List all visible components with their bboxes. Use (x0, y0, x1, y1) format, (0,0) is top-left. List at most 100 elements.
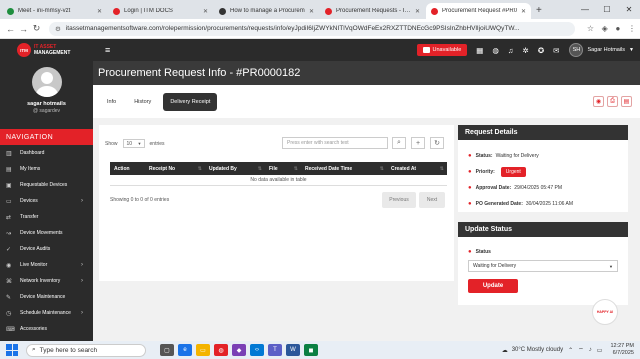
forward-icon[interactable]: → (17, 24, 30, 34)
bell-icon[interactable]: ♫ (508, 46, 514, 55)
chevron-up-icon[interactable]: ⌃ (568, 347, 573, 354)
browser-tab[interactable]: How to manage a Procurem ✕ (214, 3, 319, 19)
tab-delivery-receipt[interactable]: Delivery Receipt (163, 92, 218, 111)
search-icon[interactable]: ⌕ (392, 137, 406, 149)
sidebar-item-label: Devices (20, 198, 38, 204)
column-header[interactable]: Action (110, 162, 145, 175)
add-icon[interactable]: + (411, 137, 425, 149)
sidebar-item-devices[interactable]: ▭ Devices › (0, 193, 93, 209)
settings-icon[interactable]: ✲ (523, 46, 529, 55)
maximize-icon[interactable]: ☐ (596, 5, 618, 14)
close-icon[interactable]: ✕ (415, 8, 420, 15)
edge-icon[interactable]: e (178, 344, 192, 356)
sidebar-item-my-items[interactable]: ▤ My Items (0, 161, 93, 177)
items-icon: ▤ (6, 166, 12, 173)
pdf-icon[interactable]: ▤ (621, 96, 632, 107)
minimize-icon[interactable]: — (574, 5, 596, 14)
browser-tab[interactable]: Procurement Requests - ITM ✕ (320, 3, 425, 19)
weather-text[interactable]: 30°C Mostly cloudy (512, 347, 563, 353)
sidebar-item-label: Requestable Devices (20, 182, 68, 188)
close-icon[interactable]: ✕ (309, 8, 314, 15)
sidebar-item-label: Network Inventory (20, 278, 61, 284)
search-input[interactable]: Press enter with search text (282, 137, 388, 149)
file-explorer-icon[interactable]: ▭ (196, 344, 210, 356)
taskbar-search[interactable]: ⌕ Type here to search (26, 343, 146, 357)
profile-name: sagar hotmails (27, 101, 66, 107)
windows-start-icon[interactable] (6, 344, 18, 356)
bookmark-star-icon[interactable]: ☆ (587, 24, 594, 33)
chatbot-mascot-icon[interactable]: HAPPY AI (592, 299, 618, 325)
clock-time: 12:27 PM (610, 343, 634, 349)
app-icon[interactable]: ◆ (232, 344, 246, 356)
sidebar-item-device-audits[interactable]: ✓ Device Audits (0, 241, 93, 257)
browser-tab[interactable]: Login | ITM DOCS ✕ (108, 3, 213, 19)
close-window-icon[interactable]: ✕ (618, 5, 640, 14)
itm-favicon-icon (113, 7, 120, 15)
hamburger-menu-icon[interactable]: ≡ (105, 45, 110, 55)
tab-info[interactable]: Info (101, 95, 122, 109)
sidebar-item-label: Accessories (20, 326, 47, 332)
column-header[interactable]: Updated By ⇅ (205, 162, 265, 175)
clock[interactable]: 12:27 PM 6/7/2025 (610, 343, 634, 357)
url-field[interactable]: ⚙ itassetmanagementsoftware.com/roleperm… (49, 21, 575, 36)
task-view-icon[interactable]: ▢ (160, 344, 174, 356)
globe-icon[interactable]: ◍ (492, 46, 499, 55)
volume-icon[interactable]: ♪ (589, 347, 592, 353)
sidebar-item-device-maintenance[interactable]: ✎ Device Maintenance (0, 289, 93, 305)
update-status-heading: Update Status (458, 222, 628, 237)
priority-row: ● Priority: Urgent (458, 164, 628, 180)
bullet-icon: ● (468, 201, 472, 207)
battery-icon[interactable]: ▭ (597, 347, 603, 354)
app-logo[interactable]: ITM IT ASSET MANAGEMENT (0, 39, 93, 61)
update-button[interactable]: Update (468, 279, 518, 293)
browser-tab[interactable]: Meet - ini-mmsy-vzt ✕ (2, 3, 107, 19)
teams-icon[interactable]: T (268, 344, 282, 356)
sidebar-item-accessories[interactable]: ⌨ Accessories (0, 321, 93, 337)
status-select[interactable]: Waiting for Delivery ▼ (468, 260, 618, 272)
refresh-icon[interactable]: ↻ (430, 137, 444, 149)
new-tab-icon[interactable]: + (536, 5, 542, 16)
previous-button[interactable]: Previous (382, 192, 416, 208)
availability-button[interactable]: Unavailable (416, 44, 468, 56)
print-icon[interactable]: ⎙ (607, 96, 618, 107)
column-header[interactable]: Received Date Time ⇅ (301, 162, 387, 175)
word-icon[interactable]: W (286, 344, 300, 356)
site-info-icon[interactable]: ⚙ (55, 25, 61, 33)
chat-icon[interactable]: ✉ (553, 46, 559, 55)
sidebar-item-network-inventory[interactable]: ⌘ Network Inventory › (0, 273, 93, 289)
view-icon[interactable]: ◉ (593, 96, 604, 107)
sidebar-item-device-movements[interactable]: ↝ Device Movements (0, 225, 93, 241)
close-icon[interactable]: ✕ (97, 8, 102, 15)
sidebar-item-dashboard[interactable]: ▥ Dashboard (0, 145, 93, 161)
profile-icon[interactable]: ● (615, 24, 620, 33)
sidebar-item-transfer[interactable]: ⇄ Transfer (0, 209, 93, 225)
tab-title: Procurement Requests - ITM (336, 8, 412, 14)
app-icon[interactable]: ◼ (304, 344, 318, 356)
sidebar-item-requestable-devices[interactable]: ▣ Requestable Devices (0, 177, 93, 193)
close-icon[interactable]: ✕ (521, 8, 526, 15)
user-name[interactable]: Sagar Hotmails (587, 47, 625, 53)
user-avatar[interactable]: SH (569, 43, 584, 57)
extensions-icon[interactable]: ◈ (602, 24, 608, 33)
reload-icon[interactable]: ↻ (30, 23, 43, 34)
sidebar-item-schedule-maintenance[interactable]: ◷ Schedule Maintenance › (0, 305, 93, 321)
entries-select[interactable]: 10 ▼ (122, 139, 145, 148)
browser-tab-active[interactable]: Procurement Request #PR0 ✕ (426, 3, 531, 19)
network-icon[interactable]: ⌔ (578, 346, 584, 354)
sidebar-item-live-monitor[interactable]: ◉ Live Monitor › (0, 257, 93, 273)
vscode-icon[interactable]: ‹› (250, 344, 264, 356)
column-header[interactable]: Created At ⇅ (387, 162, 447, 175)
close-icon[interactable]: ✕ (203, 8, 208, 15)
po-date-row: ● PO Generated Date: 30/04/2025 11:06 AM (458, 196, 628, 212)
back-icon[interactable]: ← (4, 24, 17, 34)
next-button[interactable]: Next (419, 192, 445, 208)
chrome-icon[interactable]: ◍ (214, 344, 228, 356)
tab-history[interactable]: History (128, 95, 157, 109)
column-header[interactable]: File ⇅ (265, 162, 301, 175)
column-header[interactable]: Receipt No ⇅ (145, 162, 205, 175)
menu-kebab-icon[interactable]: ⋮ (628, 24, 636, 33)
help-icon[interactable]: ✪ (538, 46, 544, 55)
grid-icon[interactable]: ▦ (476, 46, 483, 55)
chevron-down-icon[interactable]: ▼ (629, 47, 634, 53)
search-icon: ⌕ (32, 346, 36, 353)
